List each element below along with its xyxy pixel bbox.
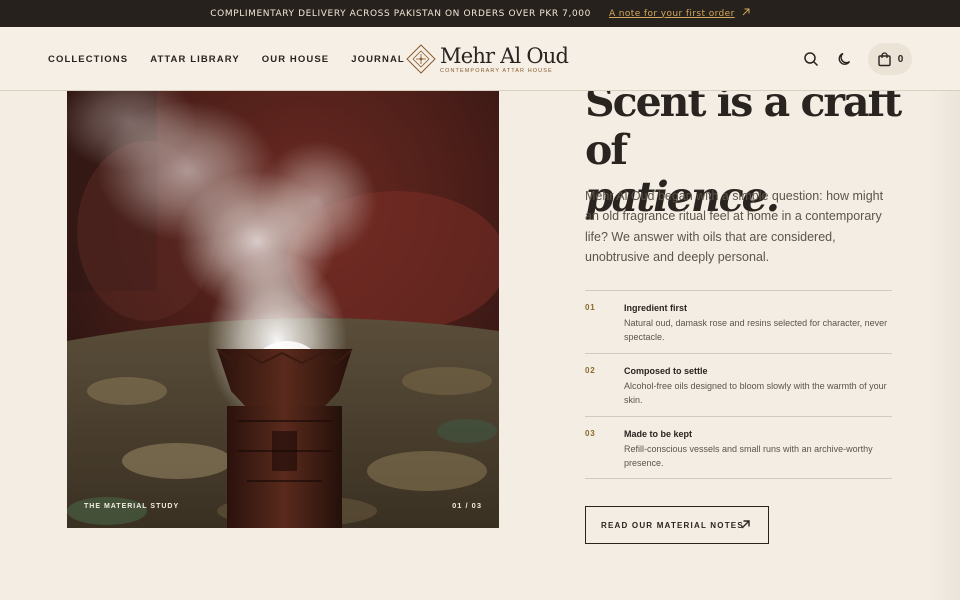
logo-name: Mehr Al Oud [440,43,569,68]
nav-journal[interactable]: JOURNAL [351,54,405,65]
moon-icon[interactable] [836,50,854,68]
feature-title: Composed to settle [624,366,708,376]
feature-item: 01 Ingredient first Natural oud, damask … [585,290,892,353]
arrow-up-right-icon [740,519,751,532]
first-order-note-link[interactable]: A note for your first order [609,8,750,19]
feature-number: 02 [585,366,596,375]
image-caption: THE MATERIAL STUDY [84,503,180,510]
feature-description: Alcohol-free oils designed to bloom slow… [624,381,887,405]
feature-title: Made to be kept [624,429,693,439]
announcement-bar: COMPLIMENTARY DELIVERY ACROSS PAKISTAN O… [0,0,960,27]
site-header: COLLECTIONS ATTAR LIBRARY OUR HOUSE JOUR… [0,27,960,91]
logo-diamond-icon [406,44,436,74]
cta-label: READ OUR MATERIAL NOTES [601,520,744,530]
cart-count: 0 [897,53,904,65]
header-actions: 0 [786,43,912,75]
logo-tagline: CONTEMPORARY ATTAR HOUSE [440,67,553,74]
feature-title: Ingredient first [624,303,688,313]
page-edge-shadow [930,91,960,600]
hero-image: THE MATERIAL STUDY 01 / 03 [67,91,499,528]
nav-collections[interactable]: COLLECTIONS [48,54,128,65]
main-nav: COLLECTIONS ATTAR LIBRARY OUR HOUSE JOUR… [48,27,427,91]
site-logo[interactable]: Mehr Al Oud CONTEMPORARY ATTAR HOUSE [405,41,569,77]
first-order-note-label: A note for your first order [608,8,735,19]
feature-item: 03 Made to be kept Refill-conscious vess… [585,416,892,479]
feature-item: 02 Composed to settle Alcohol-free oils … [585,353,892,416]
announcement-message: COMPLIMENTARY DELIVERY ACROSS PAKISTAN O… [210,8,591,19]
feature-list: 01 Ingredient first Natural oud, damask … [585,290,892,479]
nav-our-house[interactable]: OUR HOUSE [262,54,329,65]
intro-paragraph: Mehr Al Oud began with a simple question… [585,189,884,264]
feature-description: Natural oud, damask rose and resins sele… [624,318,888,342]
arrow-up-right-icon [742,8,750,19]
search-icon[interactable] [802,50,820,68]
feature-description: Refill-conscious vessels and small runs … [624,444,873,468]
nav-attar-library[interactable]: ATTAR LIBRARY [150,54,240,65]
feature-number: 01 [585,303,596,312]
shopping-bag-icon [878,51,891,66]
read-material-notes-button[interactable]: READ OUR MATERIAL NOTES [585,506,769,544]
cart-button[interactable]: 0 [868,43,912,75]
incense-burner-photo [67,91,499,528]
headline-line-1: Scent is a craft of [585,78,902,174]
image-counter: 01 / 03 [452,501,482,510]
feature-number: 03 [585,429,596,438]
